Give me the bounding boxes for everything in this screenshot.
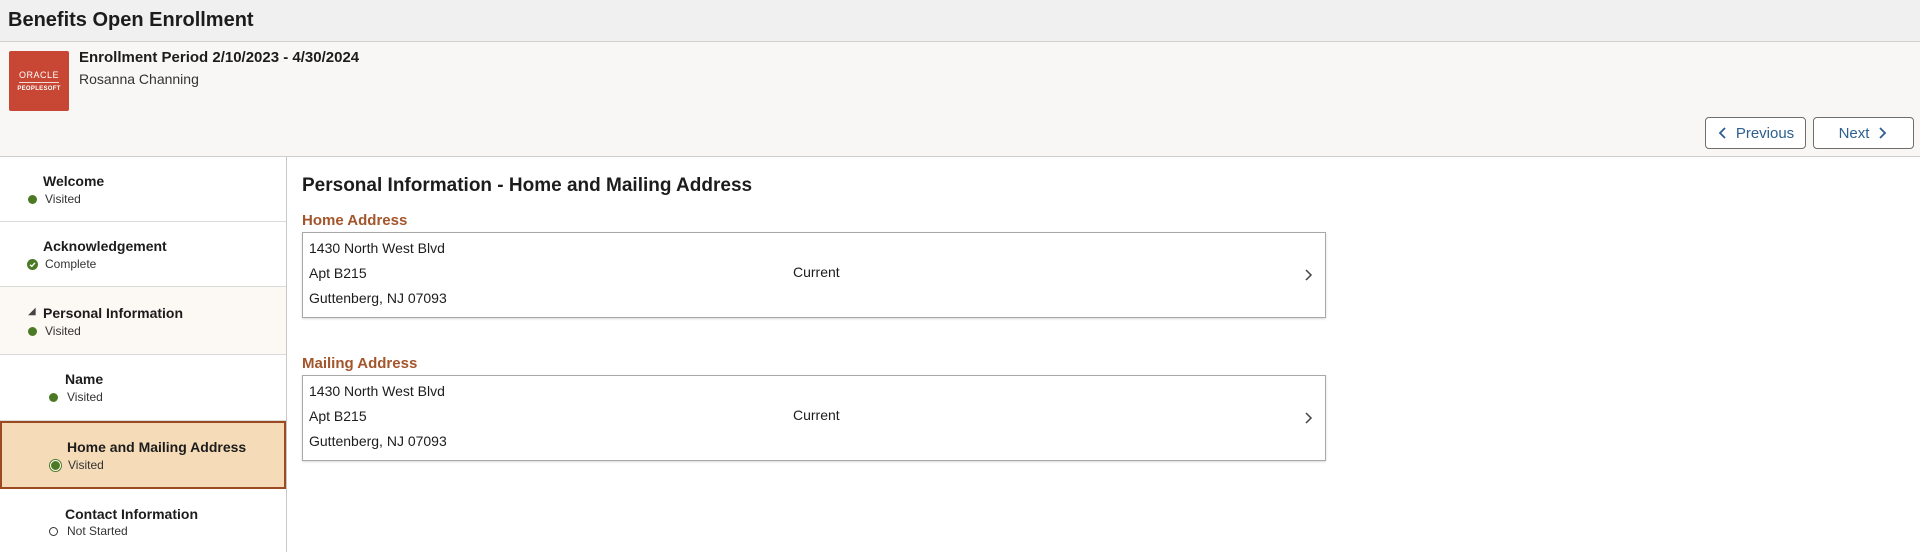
next-button-label: Next: [1838, 124, 1870, 142]
mailing-address-line2: Apt B215: [309, 408, 367, 424]
sidebar-item-status: Not Started: [67, 524, 128, 538]
sidebar-item-status: Visited: [45, 192, 81, 206]
chevron-right-icon: [1305, 269, 1313, 281]
sidebar-item-label: Home and Mailing Address: [67, 439, 247, 455]
sidebar-item-contact-information[interactable]: Contact Information Not Started: [0, 489, 286, 552]
page-title: Personal Information - Home and Mailing …: [302, 175, 753, 196]
triangle-down-icon: ◢: [28, 306, 36, 317]
sidebar-item-status: Visited: [68, 458, 104, 472]
chevron-left-icon: [1718, 127, 1726, 139]
sidebar-item-status: Visited: [45, 324, 81, 338]
sidebar-item-personal-information[interactable]: ◢ Personal Information Visited: [0, 287, 286, 355]
sidebar-item-label: Personal Information: [43, 305, 184, 321]
visited-status-icon: [49, 393, 58, 402]
previous-button[interactable]: Previous: [1705, 117, 1806, 149]
logo-text-oracle: ORACLE: [18, 70, 59, 83]
home-address-line2: Apt B215: [309, 265, 367, 281]
title-bar: Benefits Open Enrollment: [0, 0, 1920, 42]
logo-text-peoplesoft: PEOPLESOFT: [17, 86, 61, 92]
home-address-status: Current: [793, 264, 840, 280]
chevron-right-icon: [1879, 127, 1887, 139]
sidebar-item-home-and-mailing-address[interactable]: Home and Mailing Address Visited: [0, 421, 286, 489]
mailing-address-status: Current: [793, 407, 840, 423]
mailing-address-line1: 1430 North West Blvd: [309, 383, 445, 399]
sidebar-item-label: Name: [65, 371, 104, 387]
empty-circle-icon: [49, 527, 58, 536]
step-navigation-sidebar: Welcome Visited Acknowledgement Complete…: [0, 157, 287, 552]
sidebar-item-acknowledgement[interactable]: Acknowledgement Complete: [0, 222, 286, 287]
sidebar-item-welcome[interactable]: Welcome Visited: [0, 157, 286, 222]
previous-button-label: Previous: [1735, 124, 1795, 142]
sidebar-item-name[interactable]: Name Visited: [0, 355, 286, 421]
visited-status-icon: [50, 460, 61, 471]
sidebar-item-label: Welcome: [43, 173, 105, 189]
sidebar-item-label: Acknowledgement: [43, 238, 167, 254]
visited-status-icon: [28, 327, 37, 336]
page-header-title: Benefits Open Enrollment: [8, 9, 254, 31]
home-address-card[interactable]: 1430 North West Blvd Apt B215 Guttenberg…: [302, 232, 1326, 318]
employee-name: Rosanna Channing: [79, 71, 199, 87]
mailing-address-line3: Guttenberg, NJ 07093: [309, 433, 447, 449]
check-circle-icon: [27, 259, 38, 270]
visited-status-icon: [28, 195, 37, 204]
home-address-heading: Home Address: [302, 212, 408, 229]
enrollment-period: Enrollment Period 2/10/2023 - 4/30/2024: [79, 49, 360, 66]
next-button[interactable]: Next: [1813, 117, 1914, 149]
sidebar-item-status: Visited: [67, 390, 103, 404]
chevron-right-icon: [1305, 412, 1313, 424]
mailing-address-card[interactable]: 1430 North West Blvd Apt B215 Guttenberg…: [302, 375, 1326, 461]
sidebar-item-label: Contact Information: [65, 506, 198, 522]
enrollment-banner: ORACLE PEOPLESOFT Enrollment Period 2/10…: [0, 42, 1920, 157]
oracle-peoplesoft-logo: ORACLE PEOPLESOFT: [9, 51, 69, 111]
mailing-address-heading: Mailing Address: [302, 355, 418, 372]
home-address-line1: 1430 North West Blvd: [309, 240, 445, 256]
sidebar-item-status: Complete: [45, 257, 97, 271]
home-address-line3: Guttenberg, NJ 07093: [309, 290, 447, 306]
